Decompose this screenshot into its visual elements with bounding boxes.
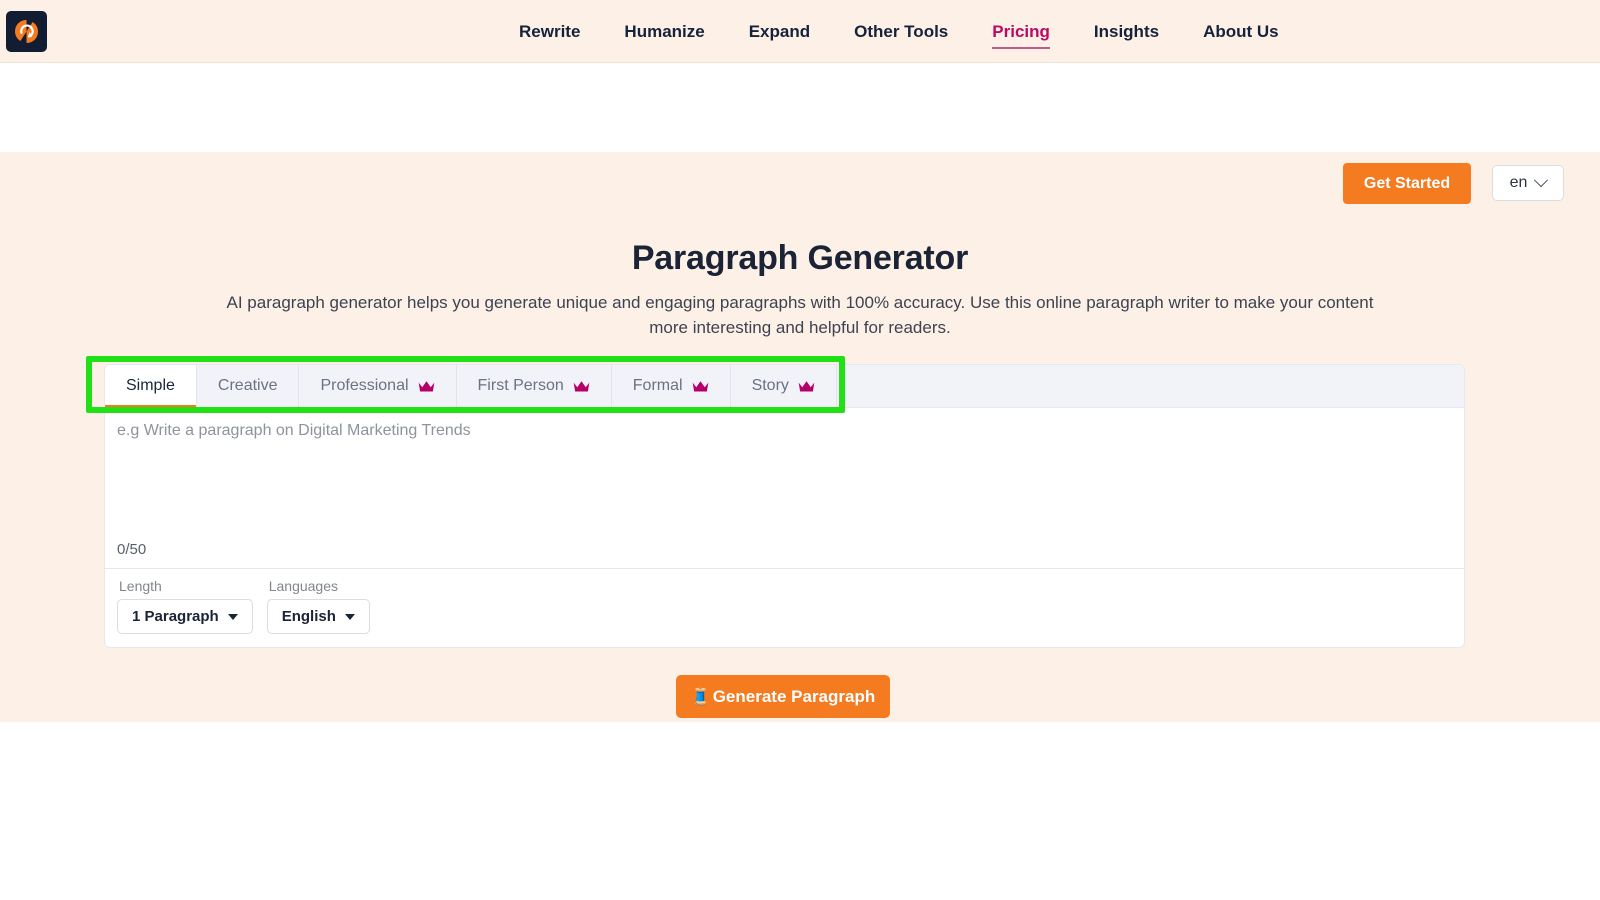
crown-icon (798, 380, 815, 393)
languages-control: Languages English (266, 578, 370, 634)
page-title: Paragraph Generator (631, 239, 969, 277)
get-started-button[interactable]: Get Started (1343, 163, 1471, 204)
nav-item-pricing[interactable]: Pricing (970, 0, 1072, 63)
generator-card: Simple Creative Professional First Perso… (104, 364, 1465, 648)
tab-story[interactable]: Story (730, 365, 837, 407)
character-counter: 0/50 (117, 541, 147, 558)
nav-item-rewrite[interactable]: Rewrite (497, 0, 602, 63)
nav-item-about-us[interactable]: About Us (1181, 0, 1301, 63)
tab-creative[interactable]: Creative (196, 365, 300, 407)
logo-icon[interactable] (6, 11, 47, 52)
caret-down-icon (227, 613, 238, 620)
nav-item-insights[interactable]: Insights (1072, 0, 1181, 63)
languages-value: English (281, 608, 336, 625)
length-control: Length 1 Paragraph (117, 578, 253, 634)
prompt-placeholder: e.g Write a paragraph on Digital Marketi… (117, 422, 471, 439)
nav-item-expand[interactable]: Expand (727, 0, 832, 63)
site-header: Rewrite Humanize Expand Other Tools Pric… (0, 0, 1600, 63)
generate-button-label: Generate Paragraph (712, 686, 876, 706)
crown-icon (573, 380, 590, 393)
page-root: Rewrite Humanize Expand Other Tools Pric… (0, 0, 1600, 900)
tab-label: First Person (477, 377, 564, 394)
length-label: Length (119, 578, 162, 594)
chevron-down-icon (1534, 173, 1549, 188)
crown-icon (418, 380, 435, 393)
tab-label: Simple (126, 377, 175, 394)
language-selector[interactable]: en (1492, 165, 1564, 201)
languages-label: Languages (268, 578, 339, 594)
tab-label: Story (751, 377, 789, 394)
main-navigation: Rewrite Humanize Expand Other Tools Pric… (497, 0, 1301, 63)
controls-row: Length 1 Paragraph Languages English (105, 568, 1464, 647)
nav-item-humanize[interactable]: Humanize (602, 0, 726, 63)
languages-dropdown[interactable]: English (266, 599, 370, 634)
tab-simple[interactable]: Simple (105, 365, 197, 407)
tab-label: Professional (320, 377, 409, 394)
tab-first-person[interactable]: First Person (456, 365, 612, 407)
tab-formal[interactable]: Formal (611, 365, 731, 407)
generate-paragraph-button[interactable]: 🧵 Generate Paragraph (676, 675, 890, 718)
tab-label: Creative (217, 377, 278, 394)
page-subtitle: AI paragraph generator helps you generat… (226, 293, 1374, 337)
caret-down-icon (344, 613, 355, 620)
prompt-input[interactable]: e.g Write a paragraph on Digital Marketi… (105, 408, 1464, 568)
length-dropdown[interactable]: 1 Paragraph (117, 599, 253, 634)
magic-wand-icon: 🧵 (690, 688, 711, 706)
length-value: 1 Paragraph (132, 608, 219, 625)
crown-icon (692, 380, 709, 393)
style-tabs-row: Simple Creative Professional First Perso… (105, 365, 1464, 408)
language-selector-value: en (1509, 174, 1528, 191)
tab-label: Formal (632, 377, 683, 394)
nav-item-other-tools[interactable]: Other Tools (832, 0, 970, 63)
tab-professional[interactable]: Professional (299, 365, 457, 407)
